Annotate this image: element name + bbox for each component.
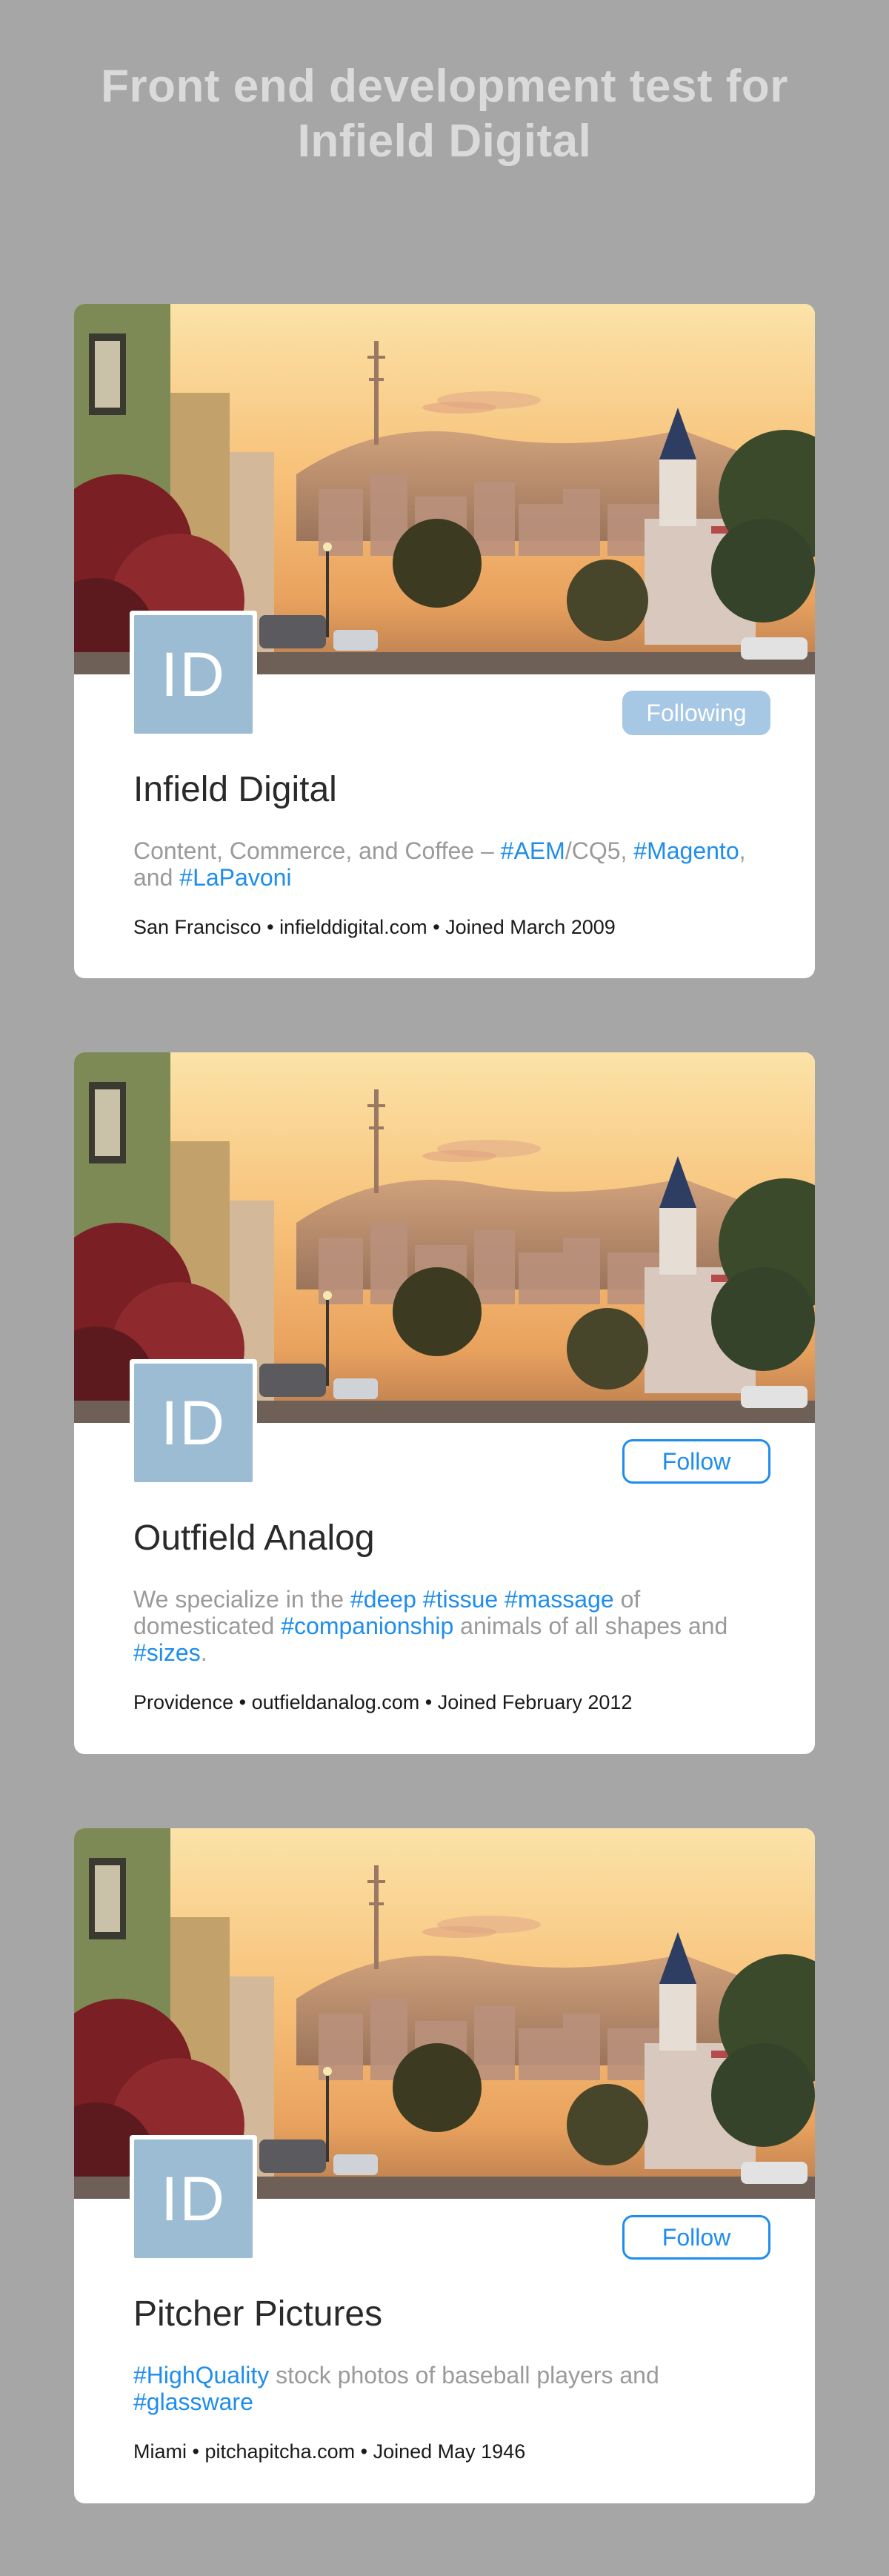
profile-location: Providence	[133, 1691, 234, 1713]
hashtag-link[interactable]: #sizes	[133, 1639, 201, 1666]
profile-location: Miami	[133, 2440, 187, 2463]
bio-text: Content, Commerce, and Coffee –	[133, 837, 501, 864]
profile-name: Outfield Analog	[133, 1518, 375, 1558]
following-button[interactable]: Following	[622, 691, 770, 735]
profile-meta: Providence • outfieldanalog.com • Joined…	[133, 1690, 770, 1715]
meta-separator: •	[239, 1691, 252, 1713]
hashtag-link[interactable]: #deep	[350, 1586, 416, 1613]
meta-separator: •	[360, 2440, 373, 2463]
profile-card: ID Follow Outfield Analog We specialize …	[74, 1052, 815, 1754]
avatar-initials: ID	[134, 615, 253, 734]
hashtag-link[interactable]: #Magento	[633, 837, 739, 864]
avatar: ID	[130, 1359, 257, 1487]
profile-website-link[interactable]: outfieldanalog.com	[252, 1691, 420, 1713]
hashtag-link[interactable]: #massage	[505, 1586, 614, 1613]
hashtag-link[interactable]: #tissue	[423, 1586, 498, 1613]
page-title-line-1: Front end development test for	[101, 61, 788, 112]
bio-text: .	[200, 1639, 207, 1666]
profile-bio: Content, Commerce, and Coffee – #AEM/CQ5…	[133, 837, 770, 891]
profile-location: San Francisco	[133, 916, 262, 938]
bio-text: We specialize in the	[133, 1586, 350, 1613]
follow-button[interactable]: Follow	[622, 2215, 770, 2260]
profile-joined: Joined February 2012	[437, 1691, 633, 1713]
avatar: ID	[130, 2135, 257, 2263]
profile-meta: Miami • pitchapitcha.com • Joined May 19…	[133, 2439, 770, 2464]
meta-separator: •	[424, 1691, 438, 1713]
avatar: ID	[130, 611, 257, 738]
bio-text: /CQ5,	[565, 837, 634, 864]
hashtag-link[interactable]: #HighQuality	[133, 2362, 269, 2389]
hashtag-link[interactable]: #LaPavoni	[179, 864, 291, 891]
follow-button[interactable]: Follow	[622, 1439, 770, 1484]
profile-name: Pitcher Pictures	[133, 2294, 383, 2334]
avatar-initials: ID	[134, 2140, 253, 2258]
profile-joined: Joined May 1946	[373, 2440, 526, 2463]
hashtag-link[interactable]: #glassware	[133, 2389, 253, 2415]
meta-separator: •	[267, 916, 280, 938]
meta-separator: •	[433, 916, 446, 938]
avatar-initials: ID	[134, 1364, 253, 1482]
bio-text: stock photos of baseball players and	[269, 2362, 659, 2389]
hashtag-link[interactable]: #AEM	[501, 837, 565, 864]
profile-joined: Joined March 2009	[445, 916, 616, 938]
page-title-line-2: Infield Digital	[297, 116, 592, 167]
meta-separator: •	[192, 2440, 205, 2463]
bio-text: animals of all shapes and	[453, 1613, 728, 1639]
profile-website-link[interactable]: infielddigital.com	[279, 916, 427, 938]
bio-text	[416, 1586, 423, 1613]
bio-text	[498, 1586, 505, 1613]
profile-bio: #HighQuality stock photos of baseball pl…	[133, 2362, 770, 2415]
profile-website-link[interactable]: pitchapitcha.com	[204, 2440, 355, 2463]
profile-card: ID Follow Pitcher Pictures #HighQuality …	[74, 1828, 815, 2503]
profile-bio: We specialize in the #deep #tissue #mass…	[133, 1586, 770, 1666]
page-title: Front end development test for Infield D…	[0, 0, 889, 167]
profile-card: ID Following Infield Digital Content, Co…	[74, 304, 815, 978]
profile-meta: San Francisco • infielddigital.com • Joi…	[133, 914, 770, 940]
profile-name: Infield Digital	[133, 770, 337, 809]
hashtag-link[interactable]: #companionship	[281, 1613, 453, 1639]
